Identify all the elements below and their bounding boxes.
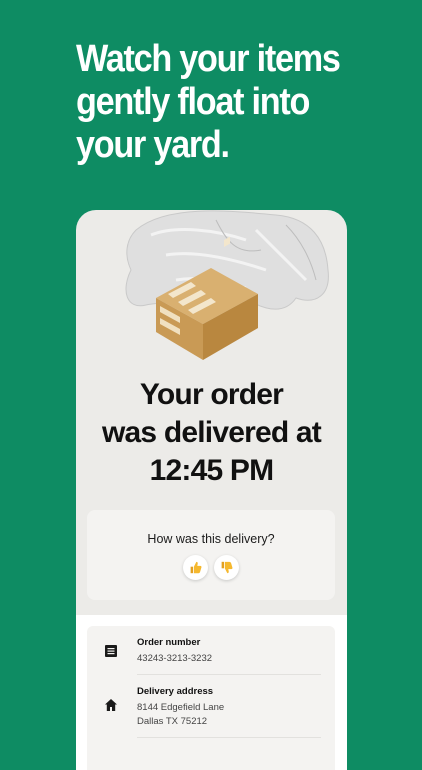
address-line-1: 8144 Edgefield Lane — [137, 702, 225, 713]
status-line-1: Your order — [139, 378, 284, 411]
headline-line-2: gently float into — [76, 81, 310, 123]
delivery-address-label: Delivery address — [137, 686, 214, 697]
package-illustration — [125, 210, 329, 360]
headline-line-1: Watch your items — [76, 38, 341, 80]
headline-line-3: your yard. — [76, 124, 230, 166]
home-icon — [105, 699, 117, 711]
row-divider — [137, 674, 321, 675]
receipt-icon — [105, 645, 117, 657]
rating-question: How was this delivery? — [147, 532, 275, 546]
status-line-2: was delivered at — [102, 416, 322, 449]
promo-headline: Watch your items gently float into your … — [76, 38, 373, 167]
order-number-label: Order number — [137, 637, 201, 648]
rating-card: How was this delivery? — [87, 510, 335, 600]
phone-screen: Your order was delivered at 12:45 PM How… — [76, 210, 347, 770]
thumbs-down-icon — [221, 561, 233, 574]
row-divider — [137, 737, 321, 738]
thumbs-down-button[interactable] — [214, 555, 239, 580]
thumbs-up-button[interactable] — [183, 555, 208, 580]
address-line-2: Dallas TX 75212 — [137, 716, 208, 727]
order-details-card: Order number 43243-3213-3232 Delivery ad… — [87, 626, 335, 770]
order-number-value: 43243-3213-3232 — [137, 653, 213, 664]
status-time: 12:45 PM — [149, 454, 274, 487]
thumbs-up-icon — [190, 561, 202, 574]
delivery-status: Your order was delivered at 12:45 PM — [76, 376, 347, 490]
